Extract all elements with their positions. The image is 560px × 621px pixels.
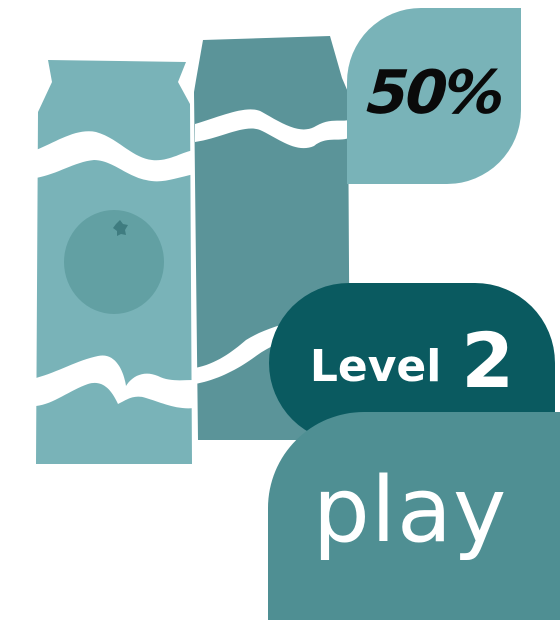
- progress-badge: 50%: [347, 8, 521, 184]
- juice-carton-orange-icon: [36, 60, 194, 464]
- orange-fruit-icon: [64, 210, 164, 314]
- play-button[interactable]: play: [268, 412, 560, 620]
- progress-percent: 50%: [364, 58, 504, 128]
- level-number: 2: [461, 315, 515, 405]
- play-button-label: play: [312, 457, 508, 563]
- level-label: Level: [309, 340, 442, 392]
